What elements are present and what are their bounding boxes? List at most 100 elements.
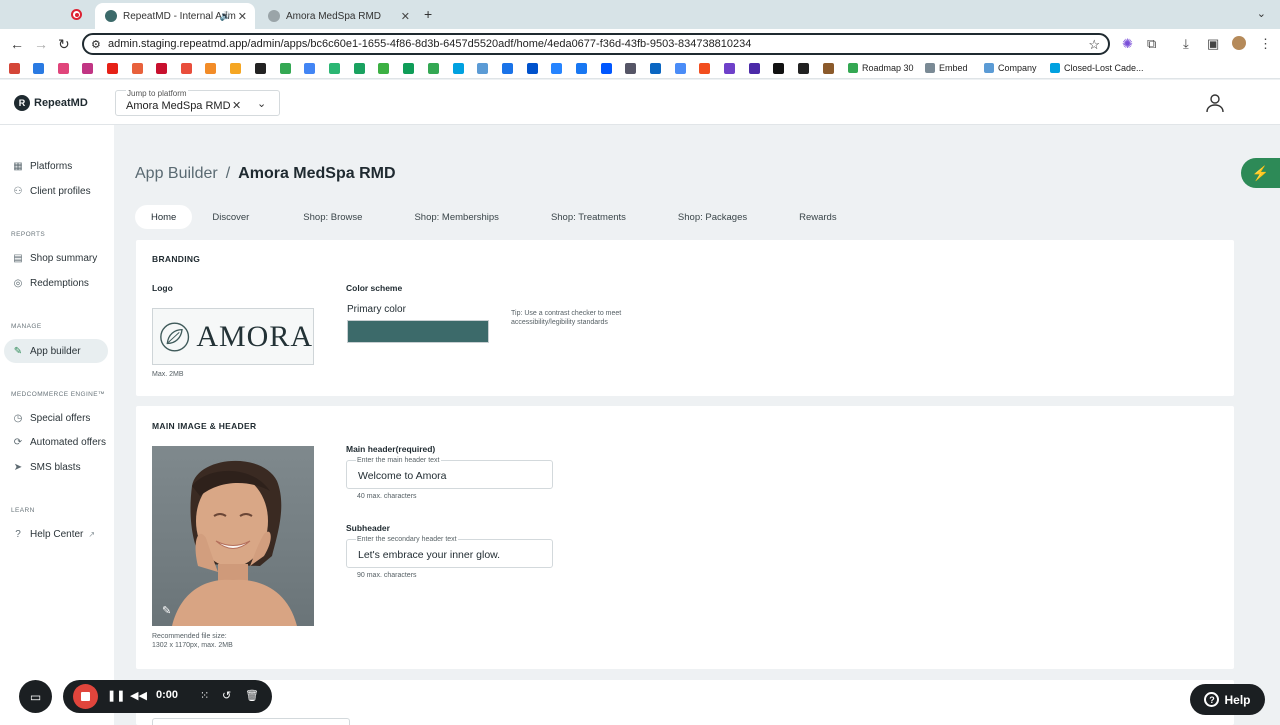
close-tab-icon[interactable]: ✕ (238, 10, 247, 23)
back-icon[interactable]: ← (10, 36, 24, 52)
next-section-input[interactable] (152, 718, 350, 725)
main-header-input[interactable]: Enter the main header text Welcome to Am… (346, 457, 553, 489)
lightning-icon[interactable]: ⚡ (1241, 158, 1280, 188)
restart-icon[interactable]: ↺ (222, 689, 231, 702)
bookmark-icon[interactable] (798, 63, 809, 74)
bookmark-company[interactable]: Company (984, 63, 1037, 73)
bookmark-icon[interactable] (823, 63, 834, 74)
side-panel-icon[interactable]: ▣ (1207, 36, 1219, 52)
facebook-bookmark-icon[interactable] (576, 63, 587, 74)
bookmark-icon[interactable] (181, 63, 192, 74)
bookmark-icon[interactable] (428, 63, 439, 74)
tab-shop-browse[interactable]: Shop: Browse (303, 205, 362, 229)
bookmark-icon[interactable] (749, 63, 760, 74)
bookmark-closed-lost[interactable]: Closed-Lost Cade... (1050, 63, 1144, 73)
breadcrumb-separator: / (225, 165, 231, 182)
bookmark-icon[interactable] (354, 63, 365, 74)
grid-dots-icon[interactable]: ⁙ (200, 689, 209, 702)
primary-color-swatch[interactable] (347, 320, 489, 343)
bookmark-icon[interactable] (477, 63, 488, 74)
extension-icon[interactable]: ✺ (1122, 36, 1133, 52)
logo-upload[interactable]: AMORA (152, 308, 314, 365)
browser-tab-repeatmd[interactable]: RepeatMD - Internal Adm 🔊 ✕ (95, 3, 255, 29)
figma-bookmark-icon[interactable] (699, 63, 710, 74)
drive-bookmark-icon[interactable] (280, 63, 291, 74)
bookmark-icon[interactable] (625, 63, 636, 74)
menu-dots-icon[interactable]: ⋮ (1259, 36, 1272, 52)
main-image-upload[interactable]: ✎ (152, 446, 314, 626)
bookmark-icon[interactable] (724, 63, 735, 74)
gmail-bookmark-icon[interactable] (9, 63, 20, 74)
help-button[interactable]: ? Help (1190, 684, 1265, 715)
url-input[interactable]: ⚙ admin.staging.repeatmd.app/admin/apps/… (82, 33, 1110, 55)
bookmark-icon[interactable] (502, 63, 513, 74)
sidebar-item-automated-offers[interactable]: ⟳ Automated offers (4, 430, 108, 454)
tab-shop-packages[interactable]: Shop: Packages (678, 205, 747, 229)
sidebar-item-shop-summary[interactable]: ▤ Shop summary (4, 246, 108, 270)
bookmark-icon[interactable] (675, 63, 686, 74)
app-builder-icon: ✎ (13, 345, 23, 357)
download-icon[interactable]: ⤓ (1183, 36, 1189, 52)
repeatmd-logo[interactable]: R RepeatMD (14, 95, 88, 111)
rewind-icon[interactable]: ◀◀ (130, 689, 147, 702)
bookmark-icon[interactable] (551, 63, 562, 74)
tab-discover[interactable]: Discover (212, 205, 249, 229)
sidebar-item-help-center[interactable]: ? Help Center ↗ (4, 522, 108, 546)
bookmark-icon[interactable] (205, 63, 216, 74)
branding-title: BRANDING (152, 254, 201, 264)
contrast-tip: Tip: Use a contrast checker to meet acce… (511, 310, 622, 327)
salesforce-bookmark-icon[interactable] (453, 63, 464, 74)
site-settings-icon[interactable]: ⚙ (91, 38, 101, 51)
chevron-down-icon[interactable]: ⌄ (257, 97, 266, 110)
bookmark-icon[interactable] (132, 63, 143, 74)
sidebar-item-platforms[interactable]: ▦ Platforms (4, 154, 108, 178)
subheader-input[interactable]: Enter the secondary header text Let's em… (346, 536, 553, 568)
forward-icon[interactable]: → (34, 36, 48, 52)
tab-home[interactable]: Home (135, 205, 193, 229)
reload-icon[interactable]: ↻ (58, 36, 70, 53)
jump-to-platform-select[interactable]: Jump to platform Amora MedSpa RMD ✕ ⌄ (115, 89, 280, 116)
clear-icon[interactable]: ✕ (232, 99, 241, 112)
speaker-icon[interactable]: 🔊 (220, 11, 231, 22)
bookmark-icon[interactable] (403, 63, 414, 74)
tab-shop-treatments[interactable]: Shop: Treatments (551, 205, 626, 229)
user-account-icon[interactable] (1205, 93, 1225, 113)
puzzle-icon[interactable]: ⧉ (1147, 36, 1156, 52)
browser-tab-amora[interactable]: Amora MedSpa RMD ✕ (258, 3, 418, 29)
close-tab-icon[interactable]: ✕ (401, 10, 410, 23)
sidebar-item-redemptions[interactable]: ◎ Redemptions (4, 271, 108, 295)
breadcrumb: App Builder / Amora MedSpa RMD (135, 165, 396, 183)
bookmark-icon[interactable] (33, 63, 44, 74)
bookmark-icon[interactable] (773, 63, 784, 74)
sidebar-item-app-builder[interactable]: ✎ App builder (4, 339, 108, 363)
jira-bookmark-icon[interactable] (527, 63, 538, 74)
bookmark-icon[interactable] (58, 63, 69, 74)
tab-rewards[interactable]: Rewards (799, 205, 837, 229)
linkedin-bookmark-icon[interactable] (650, 63, 661, 74)
instagram-bookmark-icon[interactable] (82, 63, 93, 74)
bookmark-star-icon[interactable]: ☆ (1088, 37, 1100, 53)
bookmark-icon[interactable] (329, 63, 340, 74)
breadcrumb-app-builder[interactable]: App Builder (135, 165, 218, 183)
edit-pencil-icon[interactable]: ✎ (162, 604, 171, 617)
bookmark-icon[interactable] (304, 63, 315, 74)
behance-bookmark-icon[interactable] (601, 63, 612, 74)
chevron-down-icon[interactable]: ⌄ (1257, 7, 1266, 20)
tab-shop-memberships[interactable]: Shop: Memberships (414, 205, 498, 229)
bookmark-embed[interactable]: Embed (925, 63, 968, 73)
bookmark-icon[interactable] (156, 63, 167, 74)
stop-recording-button[interactable] (73, 684, 98, 709)
new-tab-icon[interactable]: + (424, 6, 432, 22)
bookmark-icon[interactable] (255, 63, 266, 74)
bookmark-roadmap[interactable]: Roadmap 30 (848, 63, 914, 73)
pause-icon[interactable]: ❚❚ (107, 689, 125, 702)
profile-avatar[interactable] (1232, 36, 1246, 50)
bookmark-icon[interactable] (378, 63, 389, 74)
sidebar-item-client-profiles[interactable]: ⚇ Client profiles (4, 179, 108, 203)
sidebar-item-special-offers[interactable]: ◷ Special offers (4, 406, 108, 430)
sidebar-item-sms-blasts[interactable]: ➤ SMS blasts (4, 455, 108, 479)
youtube-bookmark-icon[interactable] (107, 63, 118, 74)
camera-icon[interactable]: ▭ (19, 680, 52, 713)
trash-icon[interactable]: 🗑 (245, 689, 259, 702)
bookmark-icon[interactable] (230, 63, 241, 74)
